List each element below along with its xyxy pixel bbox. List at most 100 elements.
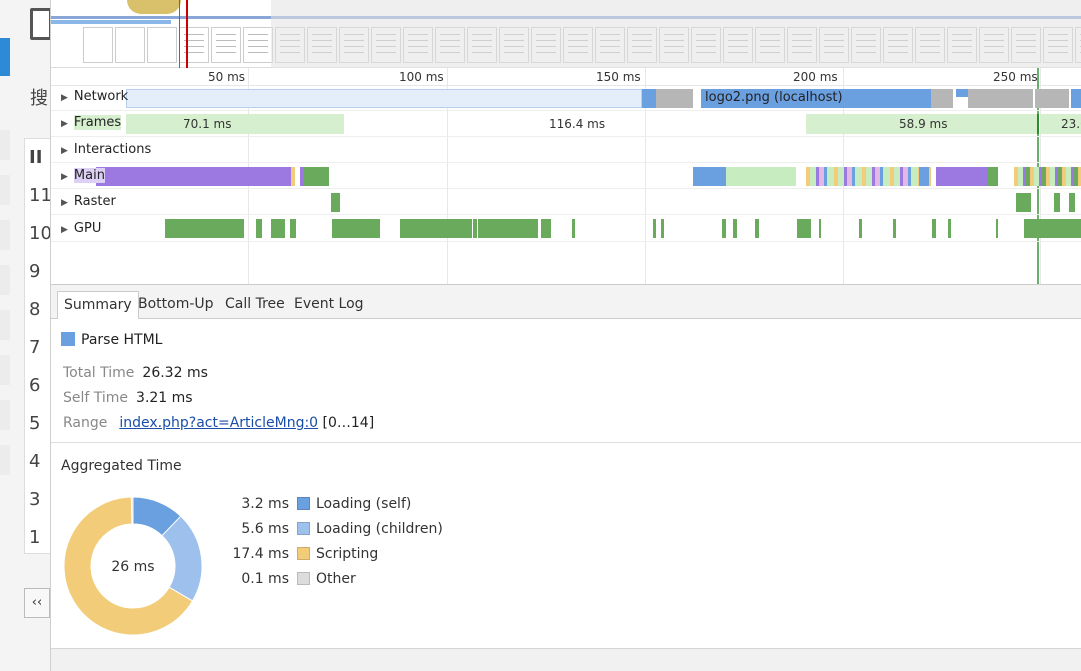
document-icon [30, 8, 52, 40]
network-request-bar[interactable] [126, 89, 642, 108]
background-decoration [0, 355, 10, 385]
gpu-task[interactable] [653, 219, 656, 238]
gpu-task[interactable] [256, 219, 262, 238]
summary-pane: Parse HTML Total Time 26.32 ms Self Time 3… [51, 320, 1081, 443]
main-task-loading[interactable] [919, 167, 929, 186]
overview-cpu-chart [127, 0, 181, 14]
network-request-logo2[interactable]: logo2.png (localhost) [701, 89, 931, 108]
network-request-bar[interactable] [656, 89, 693, 108]
main-task-rendering[interactable] [96, 167, 291, 186]
network-request-bar[interactable] [1035, 89, 1069, 108]
gpu-task[interactable] [819, 219, 821, 238]
main-task-scripting[interactable] [291, 167, 295, 186]
raster-track-label[interactable]: ▶ Raster [61, 194, 116, 209]
gpu-track-label[interactable]: ▶ GPU [61, 221, 101, 236]
frame-bar[interactable] [126, 114, 344, 134]
interactions-track[interactable]: ▶ Interactions [51, 137, 1081, 163]
raster-task[interactable] [331, 193, 340, 212]
screenshot-thumbnail [115, 27, 145, 63]
gpu-task[interactable] [473, 219, 477, 238]
main-task-loading[interactable] [693, 167, 726, 186]
timeline-overview[interactable] [51, 0, 1081, 68]
network-track-label[interactable]: ▶ Network [61, 89, 128, 104]
gpu-task[interactable] [755, 219, 759, 238]
background-search-label: 搜 [30, 88, 48, 109]
gpu-task[interactable] [932, 219, 936, 238]
frames-track-label[interactable]: ▶ Frames [61, 115, 122, 130]
gpu-task[interactable] [332, 219, 380, 238]
background-page: 搜 II 11 10 9 8 7 6 5 4 3 1 ‹‹ [0, 0, 52, 671]
gpu-task[interactable] [478, 219, 538, 238]
total-time-row: Total Time 26.32 ms [63, 365, 208, 381]
expand-triangle-icon[interactable]: ▶ [61, 225, 68, 235]
network-request-bar[interactable] [931, 89, 953, 108]
event-color-swatch [61, 332, 75, 346]
gpu-task[interactable] [661, 219, 664, 238]
background-row-number: 5 [29, 413, 41, 434]
network-request-bar[interactable] [1071, 89, 1081, 108]
overview-selection-handle[interactable] [186, 0, 188, 68]
gpu-task[interactable] [859, 219, 862, 238]
main-task-cluster[interactable] [1014, 167, 1081, 186]
tab-bottom-up[interactable]: Bottom-Up [132, 291, 220, 319]
gpu-task[interactable] [271, 219, 285, 238]
main-track-label[interactable]: ▶ Main [61, 168, 105, 183]
gpu-track[interactable]: ▶ GPU [51, 215, 1081, 242]
raster-task[interactable] [1016, 193, 1031, 212]
raster-track[interactable]: ▶ Raster [51, 189, 1081, 215]
gpu-task[interactable] [1024, 219, 1081, 238]
expand-triangle-icon[interactable]: ▶ [61, 119, 68, 129]
overview-network-bar [51, 20, 171, 24]
devtools-status-bar [51, 648, 1081, 671]
gpu-task[interactable] [948, 219, 951, 238]
interactions-track-label[interactable]: ▶ Interactions [61, 142, 151, 157]
frame-boundary [1037, 114, 1039, 134]
gpu-task[interactable] [893, 219, 896, 238]
gpu-task[interactable] [290, 219, 296, 238]
main-task-rendering[interactable] [936, 167, 988, 186]
gpu-task[interactable] [541, 219, 551, 238]
frames-track[interactable]: 70.1 ms 116.4 ms 58.9 ms 23.0 ▶ Frames [51, 111, 1081, 137]
expand-triangle-icon[interactable]: ▶ [61, 146, 68, 156]
gpu-task[interactable] [797, 219, 811, 238]
gpu-task[interactable] [722, 219, 726, 238]
legend-label: Scripting [316, 546, 379, 562]
network-request-bar[interactable] [642, 89, 656, 108]
expand-triangle-icon[interactable]: ▶ [61, 93, 68, 103]
gpu-task[interactable] [733, 219, 737, 238]
expand-triangle-icon[interactable]: ▶ [61, 198, 68, 208]
main-task-painting[interactable] [726, 167, 796, 186]
devtools-performance-panel: 50 ms 100 ms 150 ms 200 ms 250 ms logo2.… [50, 0, 1081, 671]
expand-triangle-icon[interactable]: ▶ [61, 172, 68, 182]
raster-task[interactable] [1069, 193, 1075, 212]
main-task-scripting[interactable] [929, 167, 931, 186]
network-request-bar[interactable] [956, 89, 968, 97]
screenshot-thumbnail [211, 27, 241, 63]
background-decoration [0, 130, 10, 160]
time-ruler: 50 ms 100 ms 150 ms 200 ms 250 ms [51, 68, 1081, 86]
main-task-painting[interactable] [304, 167, 329, 186]
tab-summary[interactable]: Summary [57, 291, 139, 319]
event-title: Parse HTML [61, 332, 162, 348]
raster-task[interactable] [1054, 193, 1060, 212]
pager-prev-button[interactable]: ‹‹ [24, 588, 50, 618]
background-decoration [0, 445, 10, 475]
network-track[interactable]: logo2.png (localhost) ▶ Network [51, 86, 1081, 111]
legend-swatch [297, 547, 310, 560]
gpu-task[interactable] [165, 219, 244, 238]
total-time-label: Total Time [63, 365, 135, 381]
background-decoration [0, 310, 10, 340]
main-task-cluster[interactable] [806, 167, 919, 186]
gpu-task[interactable] [400, 219, 472, 238]
legend-swatch [297, 572, 310, 585]
network-request-bar[interactable] [968, 89, 1033, 108]
range-label: Range [63, 415, 108, 431]
main-thread-track[interactable]: ▶ Main [51, 163, 1081, 189]
tab-event-log[interactable]: Event Log [288, 291, 370, 319]
main-task-painting[interactable] [988, 167, 998, 186]
gpu-task[interactable] [996, 219, 998, 238]
background-row-number: 1 [29, 527, 41, 548]
gpu-task[interactable] [572, 219, 575, 238]
tab-call-tree[interactable]: Call Tree [219, 291, 291, 319]
range-source-link[interactable]: index.php?act=ArticleMng:0 [119, 415, 318, 431]
